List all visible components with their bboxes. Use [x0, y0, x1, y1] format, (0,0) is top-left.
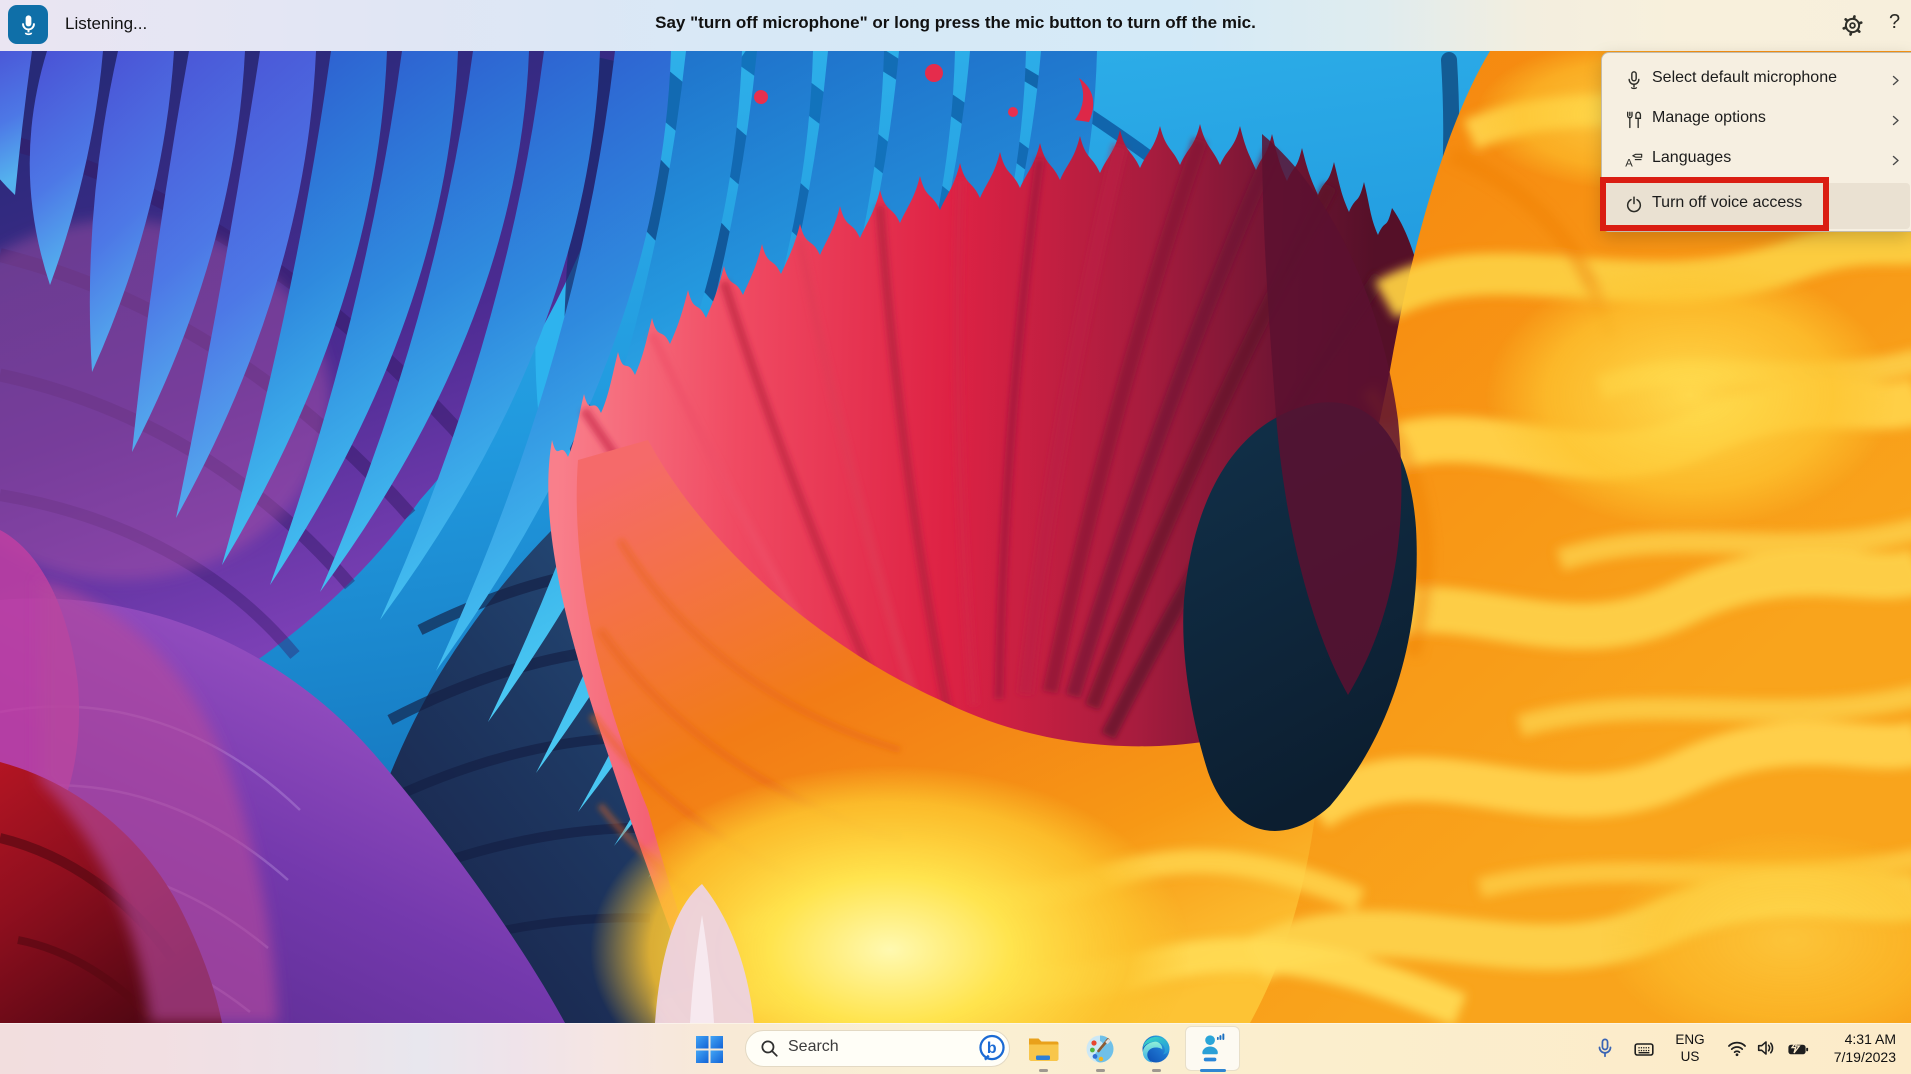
svg-text:b: b	[987, 1040, 997, 1057]
svg-text:A: A	[1625, 157, 1633, 169]
